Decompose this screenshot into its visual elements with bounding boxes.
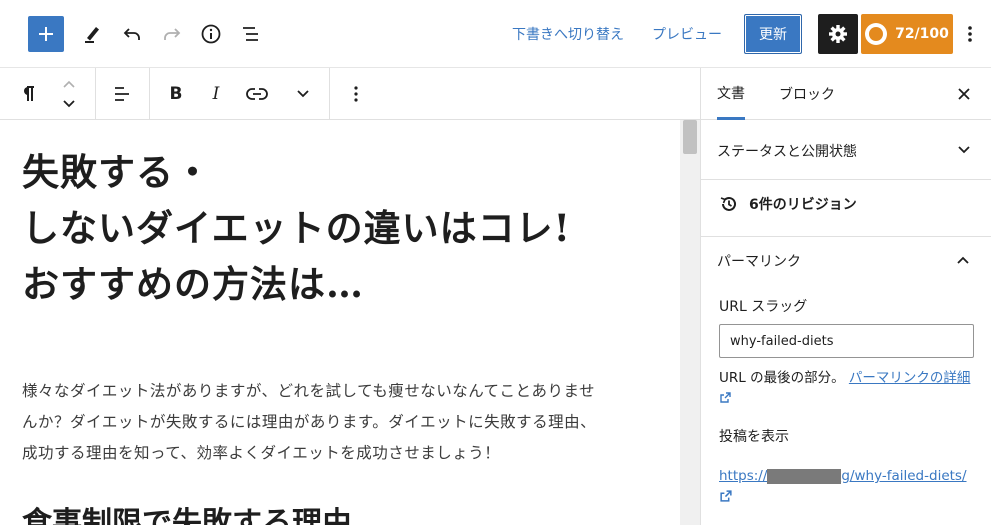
plus-icon <box>39 27 53 41</box>
close-icon <box>958 88 970 100</box>
edit-tools-button[interactable] <box>78 20 106 48</box>
link-icon <box>246 88 268 100</box>
score-value: 72/100 <box>895 26 949 42</box>
toolbar-divider <box>95 68 96 120</box>
italic-button[interactable]: I <box>202 80 230 108</box>
revisions-link[interactable]: 6件のリビジョン <box>719 194 857 214</box>
link-button[interactable] <box>243 80 271 108</box>
more-vertical-icon <box>354 86 358 102</box>
list-view-icon <box>243 27 258 41</box>
permalink-panel-title[interactable]: パーマリンク <box>717 251 801 271</box>
options-menu-button[interactable] <box>960 20 980 48</box>
toolbar-divider <box>149 68 150 120</box>
slug-help-text: URL の最後の部分。 パーマリンクの詳細 <box>719 368 974 410</box>
block-type-button[interactable] <box>14 80 42 108</box>
paragraph-block[interactable]: 様々なダイエット法がありますが、どれを試しても痩せないなんてことありませ んか？… <box>22 376 662 469</box>
redo-button[interactable] <box>158 20 186 48</box>
settings-sidebar: 文書 ブロック ステータスと公開状態 6件のリビジョン パーマリンク URL ス… <box>700 68 991 525</box>
chevron-down-icon <box>954 140 974 160</box>
settings-button[interactable] <box>818 14 858 54</box>
align-icon <box>115 87 129 101</box>
permalink-docs-link[interactable]: パーマリンクの詳細 <box>849 370 971 386</box>
close-sidebar-button[interactable] <box>950 80 978 108</box>
heading-block[interactable]: 食事制限で失敗する理由 <box>22 504 352 525</box>
view-post-label: 投稿を表示 <box>719 429 789 445</box>
bold-button[interactable]: B <box>162 80 190 108</box>
url-slug-label: URL スラッグ <box>719 299 808 315</box>
paragraph-line: んか？ダイエットが失敗するには理由があります。ダイエットに失敗する理由、 <box>22 413 597 431</box>
undo-icon <box>123 28 140 40</box>
paragraph-line: 様々なダイエット法がありますが、どれを試しても痩せないなんてことありませ <box>22 382 596 400</box>
external-link-icon <box>720 392 731 403</box>
move-down-button[interactable] <box>55 94 83 114</box>
revisions-label: 6件のリビジョン <box>749 197 857 213</box>
redacted-domain <box>767 468 842 484</box>
post-title-line: おすすめの方法は… <box>22 262 364 306</box>
block-toolbar: B I <box>0 68 700 120</box>
external-link-icon <box>720 490 732 502</box>
update-button[interactable]: 更新 <box>744 14 802 54</box>
post-url-suffix: g/why-failed-diets/ <box>841 468 967 484</box>
scrollbar-thumb[interactable] <box>683 120 697 154</box>
history-icon <box>720 196 736 211</box>
score-icon <box>865 23 888 45</box>
more-vertical-icon <box>968 26 972 42</box>
post-url-prefix: https:// <box>719 468 768 484</box>
tab-document[interactable]: 文書 <box>717 68 745 120</box>
paragraph-icon <box>24 86 34 101</box>
post-title-line: しないダイエットの違いはコレ! <box>22 206 571 250</box>
redo-icon <box>164 28 181 40</box>
align-button[interactable] <box>108 80 136 108</box>
move-up-icon <box>63 80 75 88</box>
editor-header: 下書きへ切り替え プレビュー 更新 72/100 <box>0 0 991 68</box>
pencil-icon <box>85 27 99 43</box>
preview-button[interactable]: プレビュー <box>652 24 722 44</box>
details-button[interactable] <box>197 20 225 48</box>
seo-score-button[interactable]: 72/100 <box>861 14 953 54</box>
bold-icon: B <box>169 84 183 104</box>
status-panel-title: ステータスと公開状態 <box>717 144 857 160</box>
undo-button[interactable] <box>118 20 146 48</box>
post-title-line: 失敗する・ <box>22 150 212 194</box>
slug-help-prefix: URL の最後の部分。 <box>719 370 845 386</box>
editor-scrollbar[interactable] <box>680 120 700 525</box>
more-formats-button[interactable] <box>289 80 317 108</box>
list-view-button[interactable] <box>237 20 265 48</box>
gear-icon <box>829 25 847 43</box>
italic-icon: I <box>212 84 220 104</box>
add-block-button[interactable] <box>28 16 64 52</box>
post-title[interactable]: 失敗する・ しないダイエットの違いはコレ! おすすめの方法は… <box>22 144 662 312</box>
paragraph-line: 成功する理由を知って、効率よくダイエットを成功させましょう！ <box>22 444 501 462</box>
block-options-button[interactable] <box>342 80 370 108</box>
switch-to-draft-button[interactable]: 下書きへ切り替え <box>512 24 624 44</box>
tab-block[interactable]: ブロック <box>779 68 835 120</box>
move-down-icon <box>63 100 75 108</box>
url-slug-input[interactable] <box>719 324 974 358</box>
move-up-button[interactable] <box>55 74 83 94</box>
status-panel[interactable]: ステータスと公開状態 <box>701 120 991 180</box>
info-icon <box>201 24 221 44</box>
toolbar-divider <box>329 68 330 120</box>
post-url-link[interactable]: https:// g/why-failed-diets/ <box>719 466 974 510</box>
editor-canvas[interactable]: 失敗する・ しないダイエットの違いはコレ! おすすめの方法は… 様々なダイエット… <box>0 120 680 525</box>
chevron-down-icon <box>297 90 309 98</box>
chevron-up-icon[interactable] <box>953 250 973 270</box>
sidebar-tabs: 文書 ブロック <box>701 68 991 120</box>
